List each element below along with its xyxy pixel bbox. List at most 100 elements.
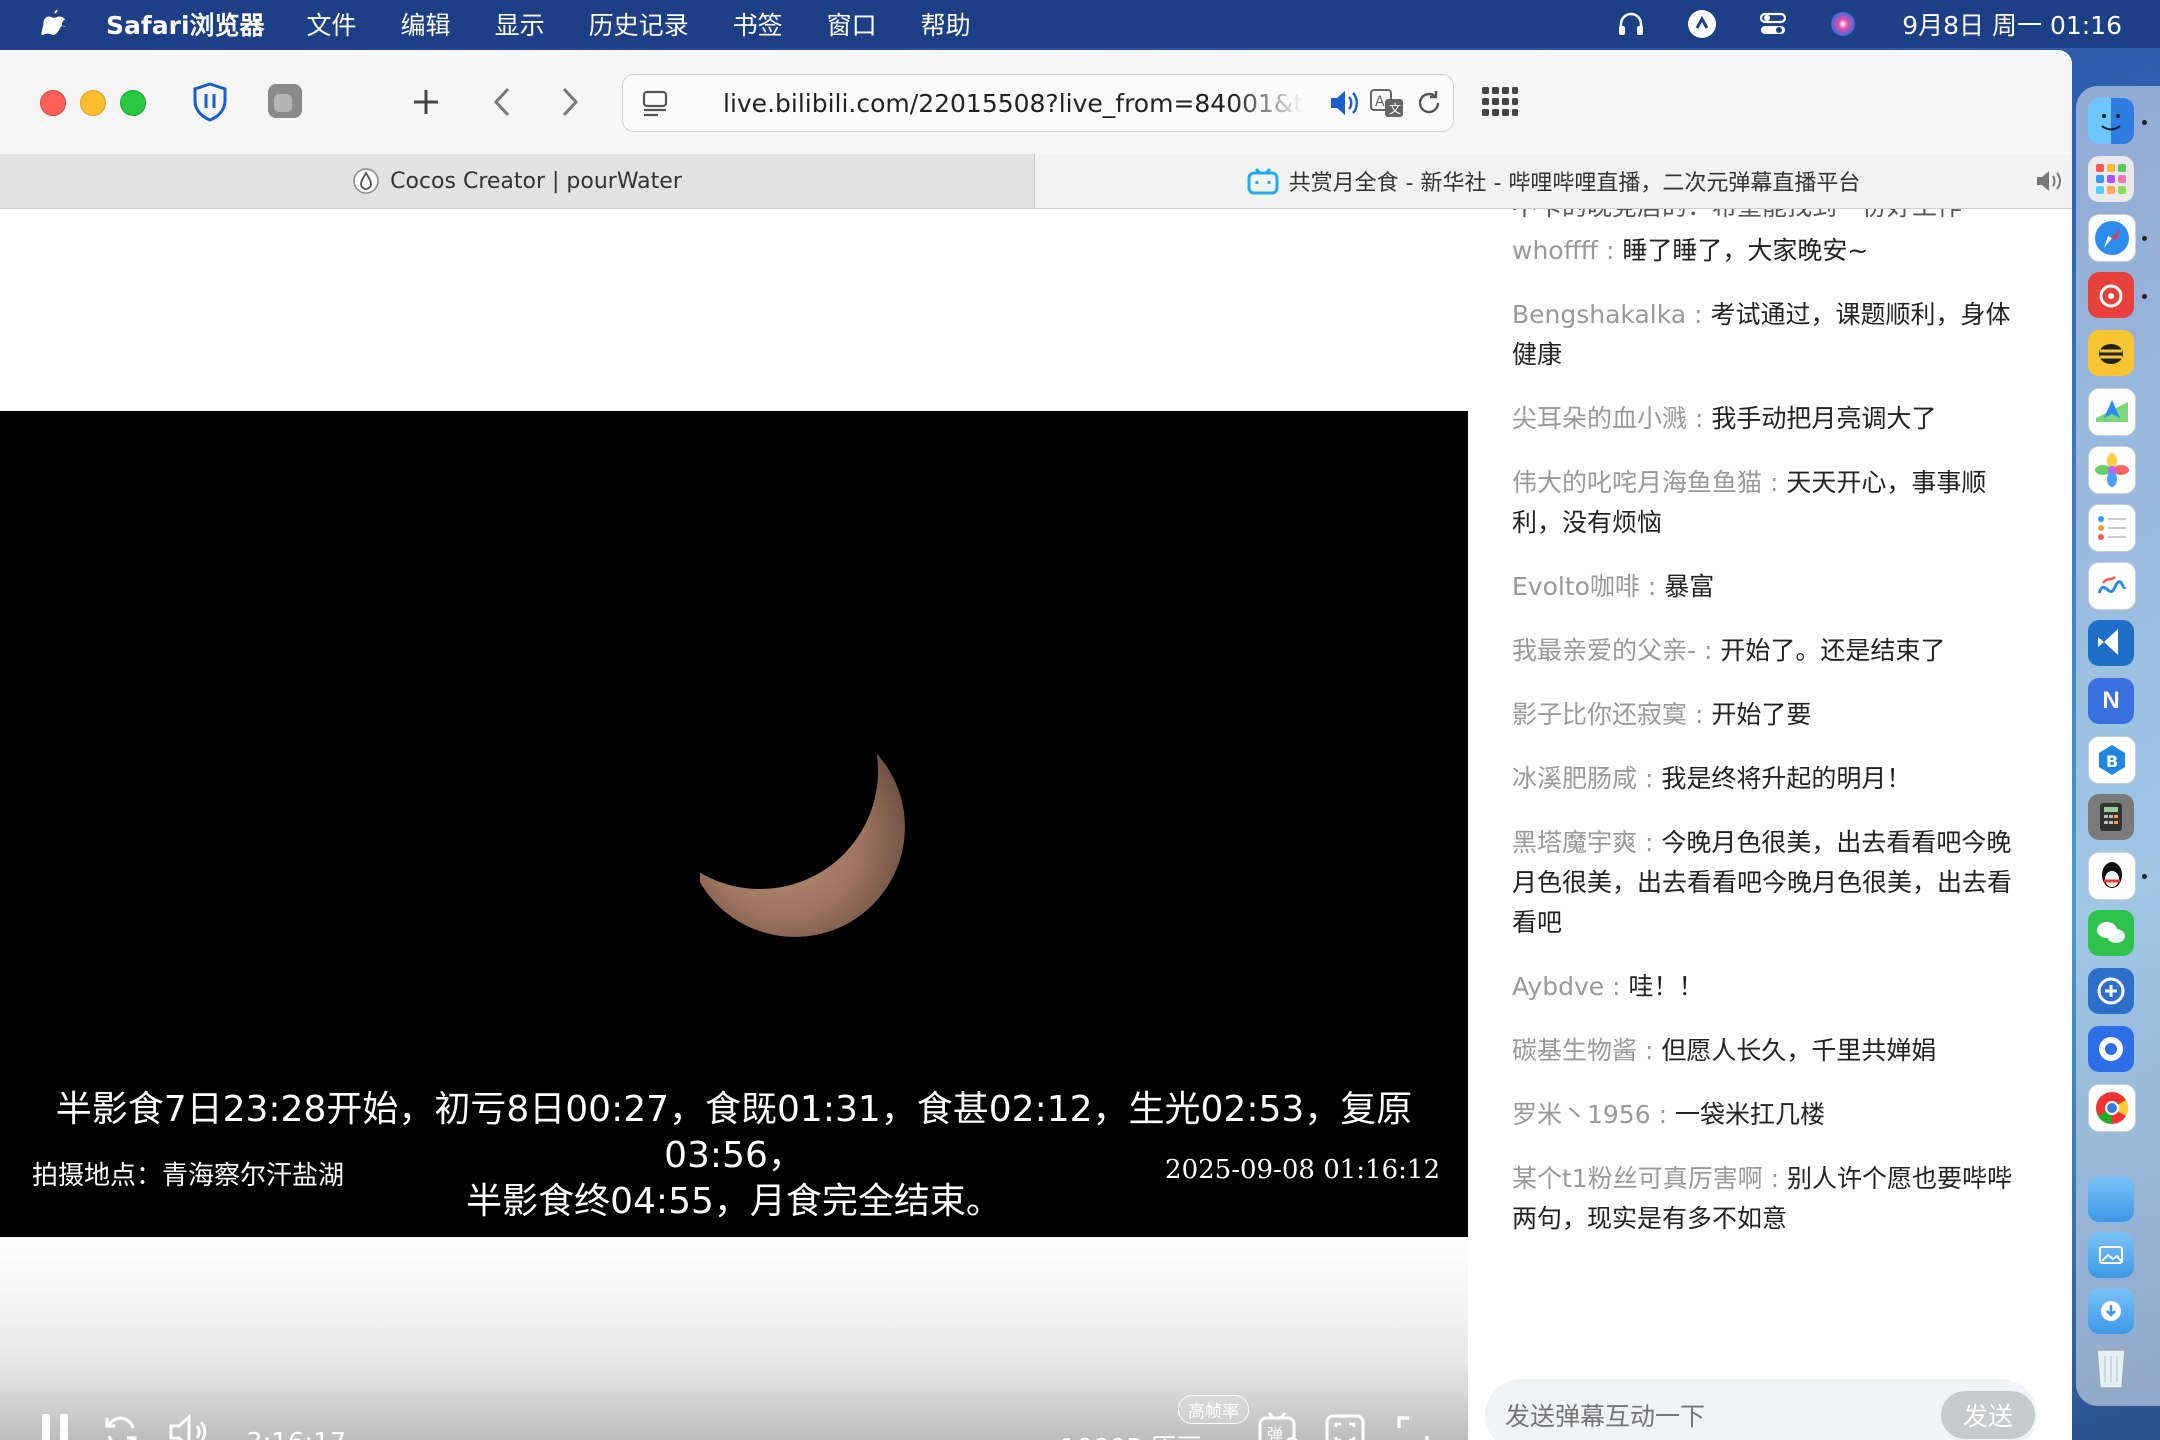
qq-icon[interactable]	[2088, 852, 2136, 900]
fullscreen-icon[interactable]	[1390, 1409, 1436, 1440]
maps-icon[interactable]	[2088, 388, 2136, 436]
chat-username[interactable]: 我最亲爱的父亲-	[1512, 636, 1696, 665]
vpn-icon[interactable]	[1686, 8, 1718, 40]
refresh-stream-icon[interactable]	[98, 1409, 144, 1440]
chat-username[interactable]: Evolto咖啡	[1512, 572, 1640, 601]
folder-icon[interactable]	[2088, 1176, 2134, 1222]
chat-username[interactable]: 某个t1粉丝可真厉害啊	[1512, 1164, 1763, 1193]
reload-icon[interactable]	[1407, 81, 1451, 125]
headphones-icon[interactable]	[1616, 9, 1646, 39]
launchpad-icon[interactable]	[2088, 156, 2134, 202]
chat-username[interactable]: 冰溪肥肠咸	[1512, 764, 1637, 793]
extensions-grid-icon[interactable]	[1478, 80, 1522, 124]
tab-bar: Cocos Creator | pourWater 共赏月全食 - 新华社 - …	[0, 154, 2072, 209]
cocos-favicon-icon	[352, 167, 380, 195]
apple-icon[interactable]	[38, 7, 72, 41]
svg-text:A: A	[1375, 94, 1385, 110]
pause-icon[interactable]	[32, 1409, 78, 1440]
high-framerate-badge: 高帧率	[1178, 1395, 1249, 1424]
chat-app-icon[interactable]	[2088, 1026, 2134, 1072]
wechat-icon[interactable]	[2088, 910, 2134, 956]
menu-app-name[interactable]: Safari浏览器	[106, 6, 265, 42]
menu-file[interactable]: 文件	[307, 6, 357, 42]
minimize-window-button[interactable]	[80, 90, 106, 116]
list-item: 不卡的晚竞居的：希望能找到一份好工作	[1512, 209, 2032, 227]
quality-selector[interactable]: 1080P 原画	[1060, 1428, 1202, 1440]
dock: N B	[2076, 86, 2160, 1406]
danmaku-toggle-icon[interactable]: 弹	[1256, 1409, 1302, 1440]
trash-icon[interactable]	[2088, 1344, 2134, 1390]
live-video-player[interactable]: 半影食7日23:28开始，初亏8日00:27，食既01:31，食甚02:12，生…	[0, 411, 1468, 1237]
shooting-location: 拍摄地点：青海察尔汗盐湖	[32, 1161, 345, 1191]
translate-icon[interactable]: A文	[1365, 81, 1409, 125]
chat-username[interactable]: 尖耳朵的血小溅	[1512, 404, 1687, 433]
menu-history[interactable]: 历史记录	[589, 6, 689, 42]
speaker-audio-icon[interactable]	[1323, 81, 1367, 125]
web-fullscreen-icon[interactable]	[1322, 1409, 1368, 1440]
menu-view[interactable]: 显示	[495, 6, 545, 42]
chat-username[interactable]: 罗米丶1956	[1512, 1100, 1651, 1129]
list-item: Aybdve : 哇！！	[1512, 972, 1704, 1001]
page-menu-icon[interactable]	[633, 81, 677, 125]
chat-username[interactable]: whoffff	[1512, 236, 1598, 265]
bee-app-icon[interactable]	[2088, 330, 2134, 376]
calculator-icon[interactable]	[2088, 794, 2134, 840]
photos-icon[interactable]	[2088, 446, 2136, 494]
n-app-icon[interactable]: N	[2088, 678, 2134, 724]
menu-bookmarks[interactable]: 书签	[733, 6, 783, 42]
chat-username[interactable]: 碳基生物酱	[1512, 1036, 1637, 1065]
chat-username[interactable]: 伟大的叱咤月海鱼鱼猫	[1512, 468, 1762, 497]
downloads-folder-icon[interactable]	[2088, 1288, 2134, 1334]
tab-audio-icon[interactable]	[2034, 167, 2064, 195]
safari-icon[interactable]	[2088, 214, 2136, 262]
chrome-icon[interactable]	[2088, 1084, 2136, 1132]
chat-username[interactable]: Aybdve	[1512, 972, 1604, 1001]
new-tab-plus-icon[interactable]	[404, 80, 448, 124]
menu-clock[interactable]: 9月8日 周一 01:16	[1902, 6, 2122, 42]
chat-username[interactable]: 影子比你还寂寞	[1512, 700, 1687, 729]
send-button[interactable]: 发送	[1941, 1391, 2035, 1439]
netease-music-icon[interactable]	[2088, 272, 2134, 318]
back-chevron-icon[interactable]	[480, 80, 524, 124]
bilibili-app-icon[interactable]: B	[2088, 736, 2136, 784]
list-item: whoffff : 睡了睡了，大家晚安~	[1512, 236, 1869, 265]
privacy-shield-icon[interactable]	[188, 80, 232, 124]
danmaku-input[interactable]	[1503, 1393, 1887, 1439]
list-item: 碳基生物酱 : 但愿人长久，千里共婵娟	[1512, 1036, 1937, 1065]
chat-text: 睡了睡了，大家晚安~	[1622, 236, 1869, 265]
chat-username[interactable]: 黑塔魔宇爽	[1512, 828, 1637, 857]
menu-window[interactable]: 窗口	[827, 6, 877, 42]
zoom-window-button[interactable]	[120, 90, 146, 116]
list-item: 伟大的叱咤月海鱼鱼猫 : 天天开心，事事顺利，没有烦恼	[1512, 468, 1987, 537]
menu-help[interactable]: 帮助	[921, 6, 971, 42]
siri-icon[interactable]	[1828, 9, 1858, 39]
browser-toolbar: live.bilibili.com/22015508?live_from=840…	[0, 50, 2072, 155]
chat-username[interactable]: Bengshakalka	[1512, 300, 1686, 329]
forward-chevron-icon[interactable]	[548, 80, 592, 124]
safari-window: live.bilibili.com/22015508?live_from=840…	[0, 50, 2072, 1440]
menu-edit[interactable]: 编辑	[401, 6, 451, 42]
zoom-plus-app-icon[interactable]	[2088, 968, 2134, 1014]
tab-label: 共赏月全食 - 新华社 - 哔哩哔哩直播，二次元弹幕直播平台	[1288, 171, 1861, 196]
vscode-icon[interactable]	[2088, 620, 2134, 666]
bilibili-favicon-icon	[1247, 167, 1279, 195]
reminders-icon[interactable]	[2088, 504, 2136, 552]
url-text[interactable]: live.bilibili.com/22015508?live_from=840…	[723, 89, 1303, 118]
list-item: 黑塔魔宇爽 : 今晚月色很美，出去看看吧今晚月色很美，出去看看吧今晚月色很美，出…	[1512, 828, 2013, 937]
svg-text:文: 文	[1389, 101, 1401, 116]
volume-icon[interactable]	[166, 1409, 212, 1440]
control-center-icon[interactable]	[1758, 9, 1788, 39]
moon-image	[700, 717, 905, 937]
tab-bilibili-live[interactable]: 共赏月全食 - 新华社 - 哔哩哔哩直播，二次元弹幕直播平台	[1035, 154, 2072, 208]
tab-cocos-creator[interactable]: Cocos Creator | pourWater	[0, 154, 1035, 208]
chat-text: 哇！！	[1628, 972, 1704, 1001]
danmaku-chat-list[interactable]: 不卡的晚竞居的：希望能找到一份好工作 whoffff : 睡了睡了，大家晚安~ …	[1492, 209, 2052, 1289]
finder-icon[interactable]	[2088, 98, 2134, 144]
tab-group-icon[interactable]	[264, 80, 306, 122]
close-window-button[interactable]	[40, 90, 66, 116]
chat-text: 但愿人长久，千里共婵娟	[1661, 1036, 1937, 1065]
pictures-folder-icon[interactable]	[2088, 1232, 2134, 1278]
freeform-icon[interactable]	[2088, 562, 2136, 610]
address-bar[interactable]: live.bilibili.com/22015508?live_from=840…	[622, 74, 1454, 132]
tab-label: Cocos Creator | pourWater	[390, 168, 682, 194]
